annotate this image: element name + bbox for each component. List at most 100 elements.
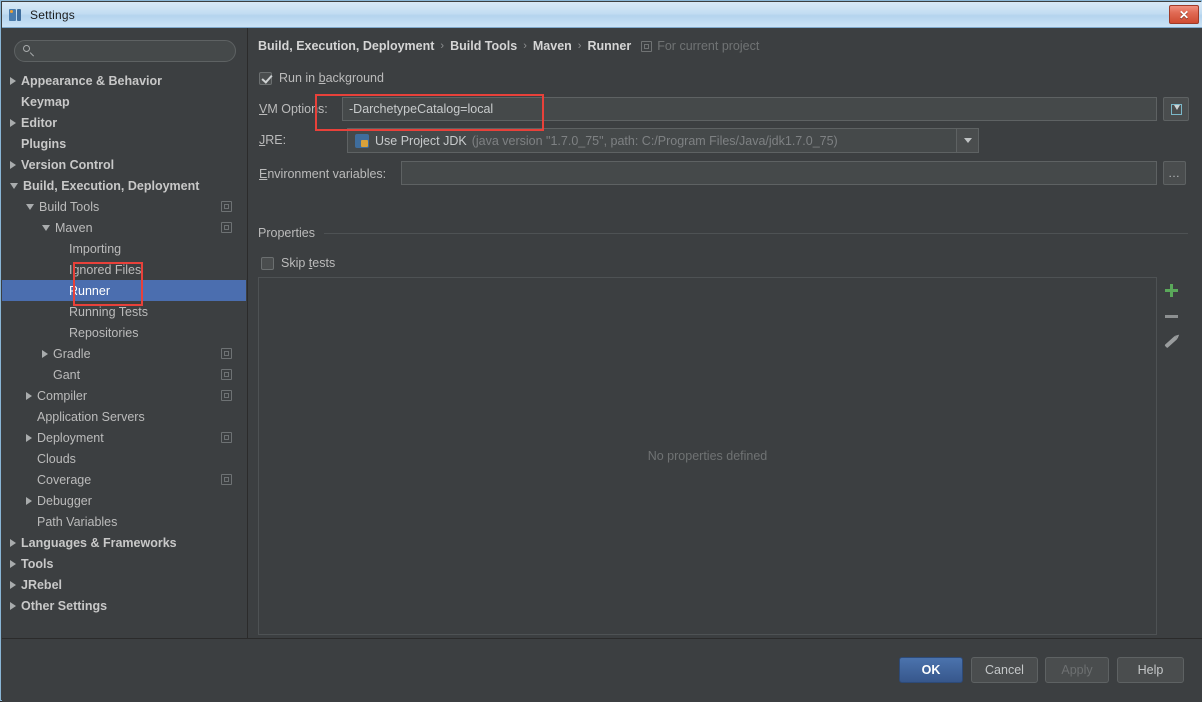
run-in-background-label: Run in background [279, 71, 384, 85]
chevron-right-icon[interactable] [26, 433, 32, 442]
vm-options-expand-button[interactable] [1163, 97, 1189, 121]
sidebar-item-plugins[interactable]: Plugins [2, 133, 246, 154]
project-scope-icon [221, 222, 232, 233]
sidebar-item-clouds[interactable]: Clouds [2, 448, 246, 469]
sidebar-item-importing[interactable]: Importing [2, 238, 246, 259]
run-in-background-checkbox[interactable] [259, 71, 272, 85]
skip-tests-label: Skip tests [281, 256, 336, 270]
project-scope-icon [221, 432, 232, 443]
sidebar-item-build-execution-deployment[interactable]: Build, Execution, Deployment [2, 175, 246, 196]
breadcrumb-part[interactable]: Build, Execution, Deployment [258, 39, 434, 53]
sidebar-item-gradle[interactable]: Gradle [2, 343, 246, 364]
environment-variables-browse-button[interactable]: … [1163, 161, 1186, 185]
sidebar-item-deployment[interactable]: Deployment [2, 427, 246, 448]
sidebar-item-label: Importing [69, 241, 122, 256]
chevron-right-icon[interactable] [26, 391, 32, 400]
sidebar-item-tools[interactable]: Tools [2, 553, 246, 574]
sidebar-item-label: Keymap [21, 94, 70, 109]
sidebar-item-ignored-files[interactable]: Ignored Files [2, 259, 246, 280]
sidebar-item-label: Gradle [53, 346, 91, 361]
breadcrumb-separator: › [523, 40, 527, 52]
add-property-button[interactable] [1158, 277, 1184, 303]
dialog-body: Appearance & Behavior Keymap Editor Plugins… [2, 28, 1202, 672]
sidebar-item-editor[interactable]: Editor [2, 112, 246, 133]
chevron-right-icon[interactable] [10, 601, 16, 610]
chevron-down-icon[interactable] [42, 224, 50, 231]
sidebar-item-label: Path Variables [37, 514, 118, 529]
sidebar-item-running-tests[interactable]: Running Tests [2, 301, 246, 322]
sidebar-item-build-tools[interactable]: Build Tools [2, 196, 246, 217]
remove-property-button[interactable] [1158, 303, 1184, 329]
breadcrumb-separator: › [440, 40, 445, 52]
chevron-right-icon[interactable] [26, 496, 32, 505]
chevron-right-icon[interactable] [10, 559, 16, 568]
properties-toolbar [1158, 277, 1184, 355]
sidebar-item-label: Appearance & Behavior [21, 73, 163, 88]
search-input[interactable] [14, 40, 236, 62]
edit-property-button[interactable] [1158, 329, 1184, 355]
breadcrumb-scope-label: For current project [657, 39, 760, 53]
sidebar-item-coverage[interactable]: Coverage [2, 469, 246, 490]
sidebar-item-label: Plugins [21, 136, 67, 151]
sidebar-item-debugger[interactable]: Debugger [2, 490, 246, 511]
sidebar-item-label: Other Settings [21, 598, 108, 613]
project-scope-icon [221, 348, 232, 359]
project-scope-icon [221, 201, 232, 212]
jdk-icon [355, 133, 369, 148]
run-in-background-row[interactable]: Run in background [259, 71, 384, 85]
chevron-right-icon[interactable] [10, 76, 16, 85]
sidebar-item-languages-frameworks[interactable]: Languages & Frameworks [2, 532, 246, 553]
breadcrumb-part[interactable]: Runner [587, 39, 631, 53]
jre-combobox[interactable]: Use Project JDK (java version "1.7.0_75"… [347, 128, 979, 153]
sidebar-item-path-variables[interactable]: Path Variables [2, 511, 246, 532]
chevron-right-icon[interactable] [42, 349, 48, 358]
sidebar-item-jrebel[interactable]: JRebel [2, 574, 246, 595]
chevron-down-icon[interactable] [956, 129, 978, 152]
breadcrumb: Build, Execution, Deployment › Build Tools… [258, 39, 759, 53]
chevron-down-icon[interactable] [26, 203, 34, 210]
search-box [14, 40, 236, 62]
sidebar-item-maven[interactable]: Maven [2, 217, 246, 238]
sidebar-item-label: JRebel [21, 577, 62, 592]
sidebar-item-label: Version Control [21, 157, 115, 172]
sidebar-item-gant[interactable]: Gant [2, 364, 246, 385]
project-scope-icon [641, 40, 653, 52]
skip-tests-row[interactable]: Skip tests [261, 256, 335, 270]
minus-icon [1164, 314, 1178, 318]
sidebar-item-other-settings[interactable]: Other Settings [2, 595, 246, 616]
properties-section-title: Properties [258, 226, 315, 240]
sidebar-item-runner[interactable]: Runner [2, 280, 246, 301]
sidebar-item-compiler[interactable]: Compiler [2, 385, 246, 406]
sidebar-item-label: Deployment [37, 430, 104, 445]
pencil-icon [1164, 335, 1178, 349]
sidebar-item-label: Debugger [37, 493, 92, 508]
breadcrumb-part[interactable]: Maven [533, 39, 572, 53]
sidebar-item-label: Ignored Files [69, 262, 142, 277]
ok-button[interactable]: OK [899, 657, 963, 683]
jre-label: JRE: [259, 133, 287, 147]
cancel-button[interactable]: Cancel [971, 657, 1038, 683]
expand-editor-icon [1170, 103, 1183, 116]
chevron-down-icon[interactable] [10, 182, 18, 189]
sidebar-item-appearance-behavior[interactable]: Appearance & Behavior [2, 70, 246, 91]
chevron-right-icon[interactable] [10, 538, 16, 547]
section-divider [323, 232, 1188, 234]
chevron-right-icon[interactable] [10, 160, 16, 169]
chevron-right-icon[interactable] [10, 580, 16, 589]
properties-list[interactable]: No properties defined [258, 277, 1157, 635]
breadcrumb-part[interactable]: Build Tools [450, 39, 517, 53]
sidebar-item-version-control[interactable]: Version Control [2, 154, 246, 175]
environment-variables-input[interactable] [401, 161, 1157, 185]
sidebar-item-application-servers[interactable]: Application Servers [2, 406, 246, 427]
skip-tests-checkbox[interactable] [261, 256, 274, 270]
breadcrumb-separator: › [577, 40, 582, 52]
breadcrumb-scope: For current project [641, 39, 759, 53]
sidebar-item-label: Editor [21, 115, 58, 130]
sidebar-item-keymap[interactable]: Keymap [2, 91, 246, 112]
sidebar-item-repositories[interactable]: Repositories [2, 322, 246, 343]
help-button[interactable]: Help [1117, 657, 1184, 683]
close-button[interactable]: ✕ [1169, 5, 1199, 24]
settings-dialog: Settings ✕ Appearance & Behavior Keymap Ed… [0, 0, 1202, 702]
vm-options-input[interactable] [342, 97, 1157, 121]
chevron-right-icon[interactable] [10, 118, 16, 127]
